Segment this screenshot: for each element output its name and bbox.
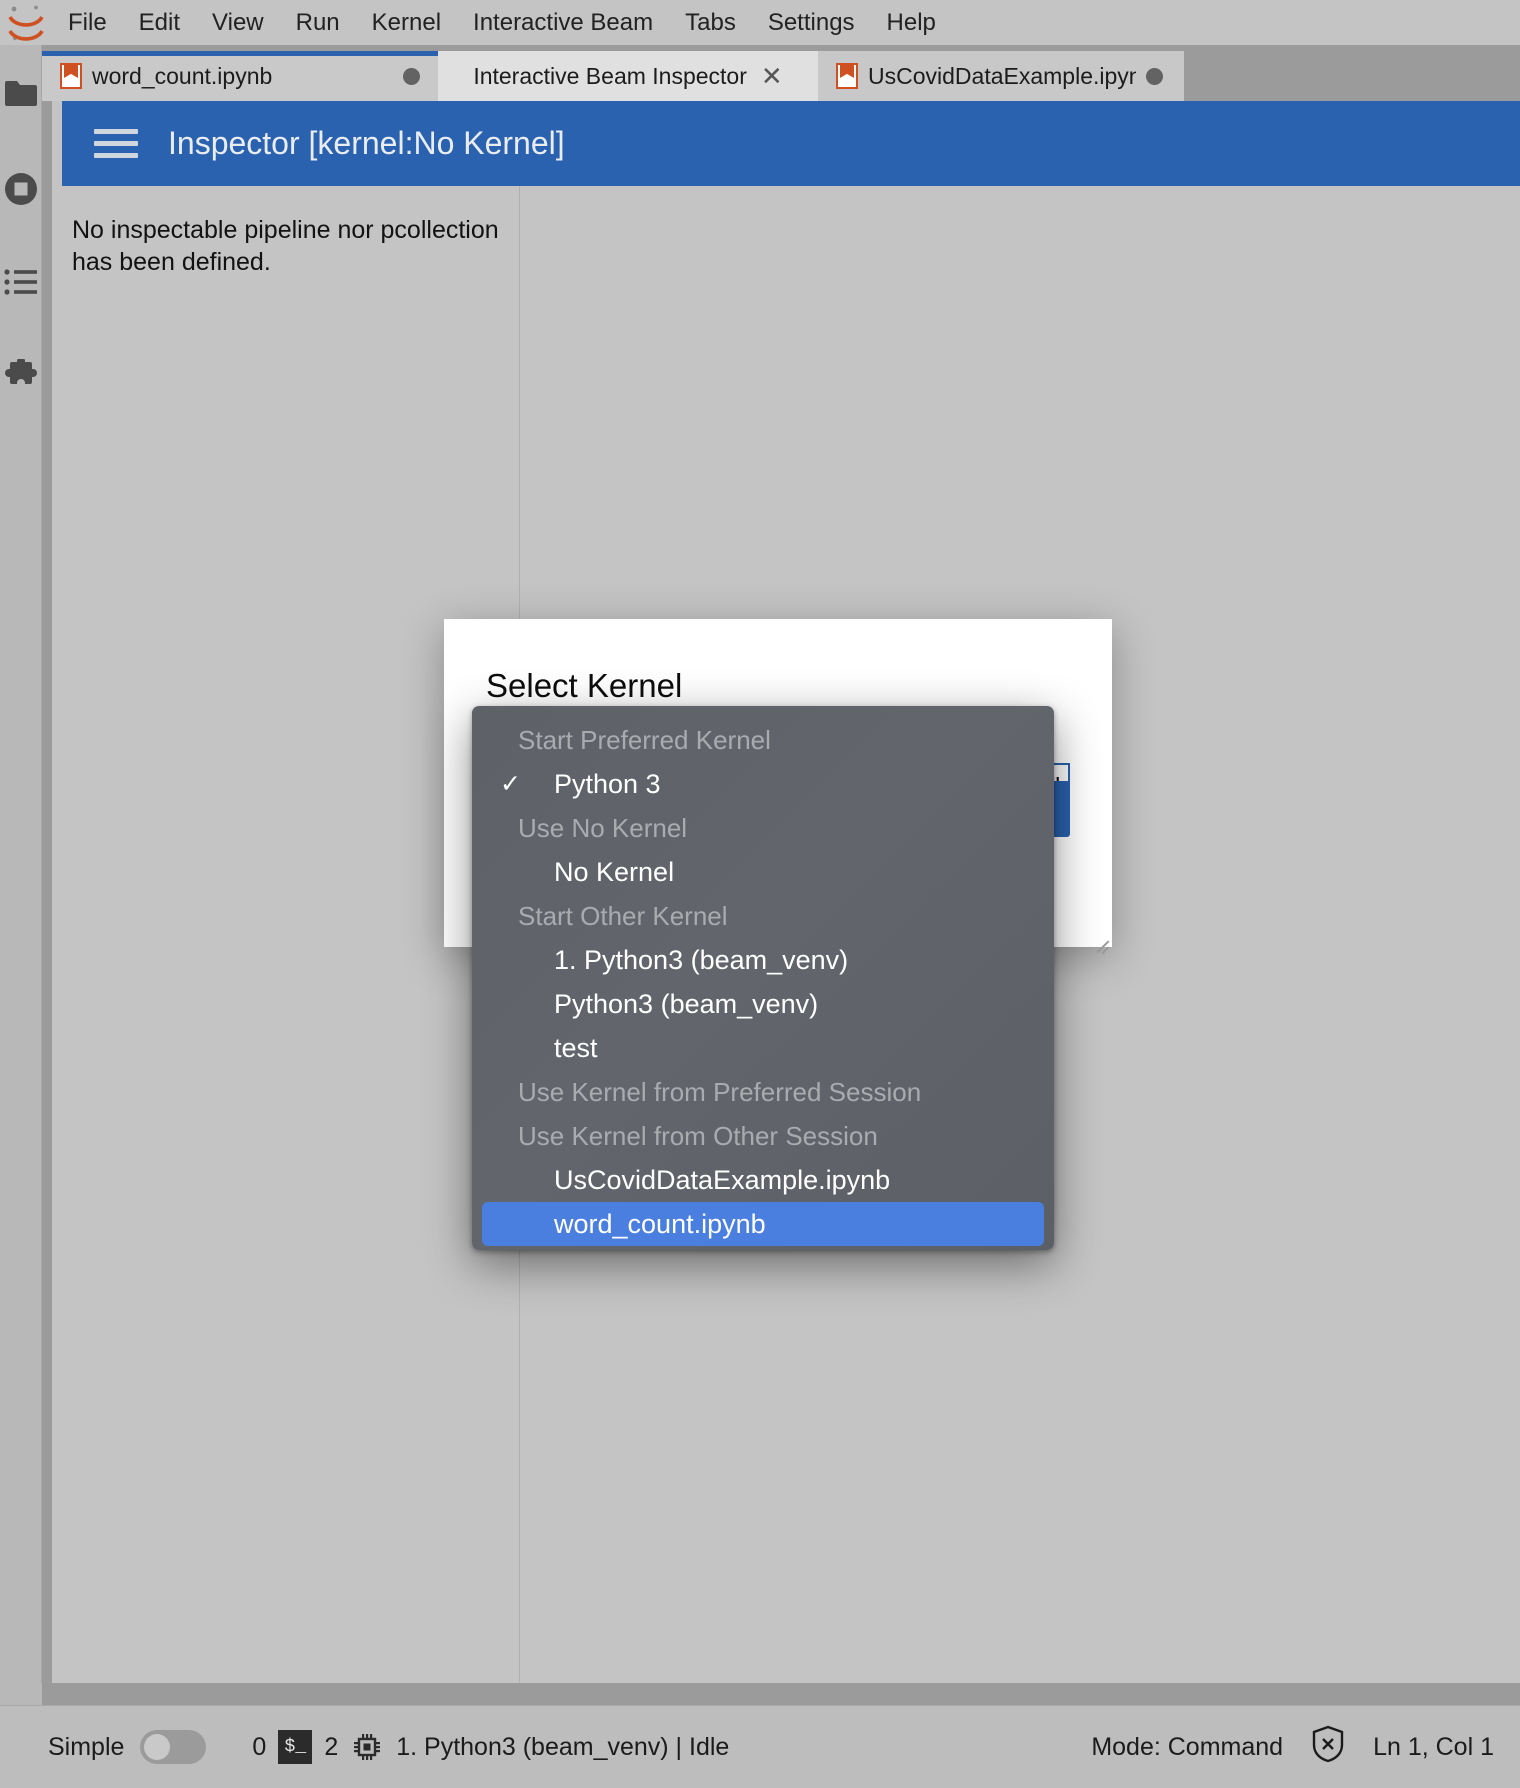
dropdown-item-label: No Kernel xyxy=(554,857,675,887)
tab-label: Interactive Beam Inspector xyxy=(473,62,747,89)
dropdown-item-label: UsCovidDataExample.ipynb xyxy=(554,1165,891,1195)
menu-settings[interactable]: Settings xyxy=(752,0,871,45)
inspector-header: Inspector [kernel:No Kernel] xyxy=(62,101,1520,186)
dropdown-group-header: Use Kernel from Other Session xyxy=(518,1121,878,1151)
sidebar-item-file-browser[interactable] xyxy=(0,45,42,145)
tab-interactive-beam-inspector[interactable]: Interactive Beam Inspector ✕ xyxy=(438,51,818,101)
sidebar-item-command-palette[interactable] xyxy=(0,237,42,331)
terminal-icon[interactable]: $_ xyxy=(278,1730,313,1764)
inspector-empty-message: No inspectable pipeline nor pcollection … xyxy=(72,216,499,276)
jupyter-logo xyxy=(0,0,52,45)
untrusted-shield-icon[interactable] xyxy=(1311,1725,1345,1770)
dropdown-group-header: Use Kernel from Preferred Session xyxy=(518,1077,922,1107)
kernel-status[interactable]: 1. Python3 (beam_venv) | Idle xyxy=(396,1733,729,1762)
page-title: Inspector [kernel:No Kernel] xyxy=(168,125,565,161)
kernel-dropdown-menu[interactable]: Start Preferred Kernel ✓ Python 3 Use No… xyxy=(472,706,1054,1250)
check-icon: ✓ xyxy=(500,770,521,798)
resize-handle[interactable] xyxy=(1089,924,1109,954)
menu-kernel[interactable]: Kernel xyxy=(356,0,457,45)
tab-label: word_count.ipynb xyxy=(92,62,273,89)
menu-view[interactable]: View xyxy=(196,0,280,45)
dropdown-item-label: word_count.ipynb xyxy=(554,1209,766,1239)
dropdown-item-label: test xyxy=(554,1033,598,1063)
dropdown-item-label: Python3 (beam_venv) xyxy=(554,989,819,1019)
notebook-icon xyxy=(836,63,858,89)
hamburger-icon[interactable] xyxy=(94,129,138,158)
dropdown-item-1-python3-beam-venv[interactable]: 1. Python3 (beam_venv) xyxy=(482,938,1044,982)
tab-uscoviddataexample[interactable]: UsCovidDataExample.ipynb xyxy=(818,51,1184,101)
dropdown-item-python3-beam-venv[interactable]: Python3 (beam_venv) xyxy=(482,982,1044,1026)
sidebar-item-running-sessions[interactable] xyxy=(0,145,42,237)
dropdown-item-test[interactable]: test xyxy=(482,1026,1044,1070)
dropdown-item-label: 1. Python3 (beam_venv) xyxy=(554,945,849,975)
corner-fill xyxy=(0,1683,42,1705)
dropdown-item-word-count[interactable]: word_count.ipynb xyxy=(482,1202,1044,1246)
dropdown-item-no-kernel[interactable]: No Kernel xyxy=(482,850,1044,894)
chip-icon[interactable] xyxy=(352,1732,382,1762)
terminal-count[interactable]: 2 xyxy=(324,1733,338,1762)
unsaved-dot-icon[interactable] xyxy=(403,67,420,85)
activity-bar xyxy=(0,45,42,1705)
kernel-count[interactable]: 0 xyxy=(252,1733,266,1762)
folder-icon xyxy=(4,79,38,112)
simple-mode-toggle[interactable] xyxy=(140,1730,207,1764)
simple-mode-label: Simple xyxy=(48,1732,125,1761)
close-icon[interactable]: ✕ xyxy=(761,63,783,89)
dropdown-item-python-3[interactable]: ✓ Python 3 xyxy=(482,762,1044,806)
notebook-icon xyxy=(60,63,82,89)
tab-word-count[interactable]: word_count.ipynb xyxy=(42,51,438,101)
menu-file[interactable]: File xyxy=(52,0,123,45)
unsaved-dot-icon[interactable] xyxy=(1146,67,1163,85)
puzzle-icon xyxy=(4,356,38,398)
dropdown-item-uscoviddataexample[interactable]: UsCovidDataExample.ipynb xyxy=(482,1158,1044,1202)
sidebar-item-extension-manager[interactable] xyxy=(0,331,42,425)
dropdown-group-header: Start Other Kernel xyxy=(518,901,728,931)
dialog-title: Select Kernel xyxy=(486,667,683,704)
menu-interactive-beam[interactable]: Interactive Beam xyxy=(457,0,669,45)
menu-tabs[interactable]: Tabs xyxy=(669,0,752,45)
cursor-position: Ln 1, Col 1 xyxy=(1373,1732,1494,1761)
menu-edit[interactable]: Edit xyxy=(123,0,196,45)
tab-label: UsCovidDataExample.ipynb xyxy=(868,62,1136,89)
menu-bar: File Edit View Run Kernel Interactive Be… xyxy=(0,0,1520,45)
status-bar: Simple 0 $_ 2 1. Python3 (beam_venv) | I… xyxy=(0,1705,1520,1788)
bottom-strip xyxy=(0,1683,1520,1705)
stop-circle-icon xyxy=(4,172,38,211)
dropdown-group-header: Use No Kernel xyxy=(518,813,688,843)
dropdown-group-header: Start Preferred Kernel xyxy=(518,725,771,755)
tab-bar: word_count.ipynb Interactive Beam Inspec… xyxy=(42,45,1520,101)
menu-run[interactable]: Run xyxy=(280,0,356,45)
list-icon xyxy=(4,268,38,300)
menu-help[interactable]: Help xyxy=(871,0,952,45)
dropdown-item-label: Python 3 xyxy=(554,769,661,799)
editor-mode: Mode: Command xyxy=(1091,1732,1284,1761)
